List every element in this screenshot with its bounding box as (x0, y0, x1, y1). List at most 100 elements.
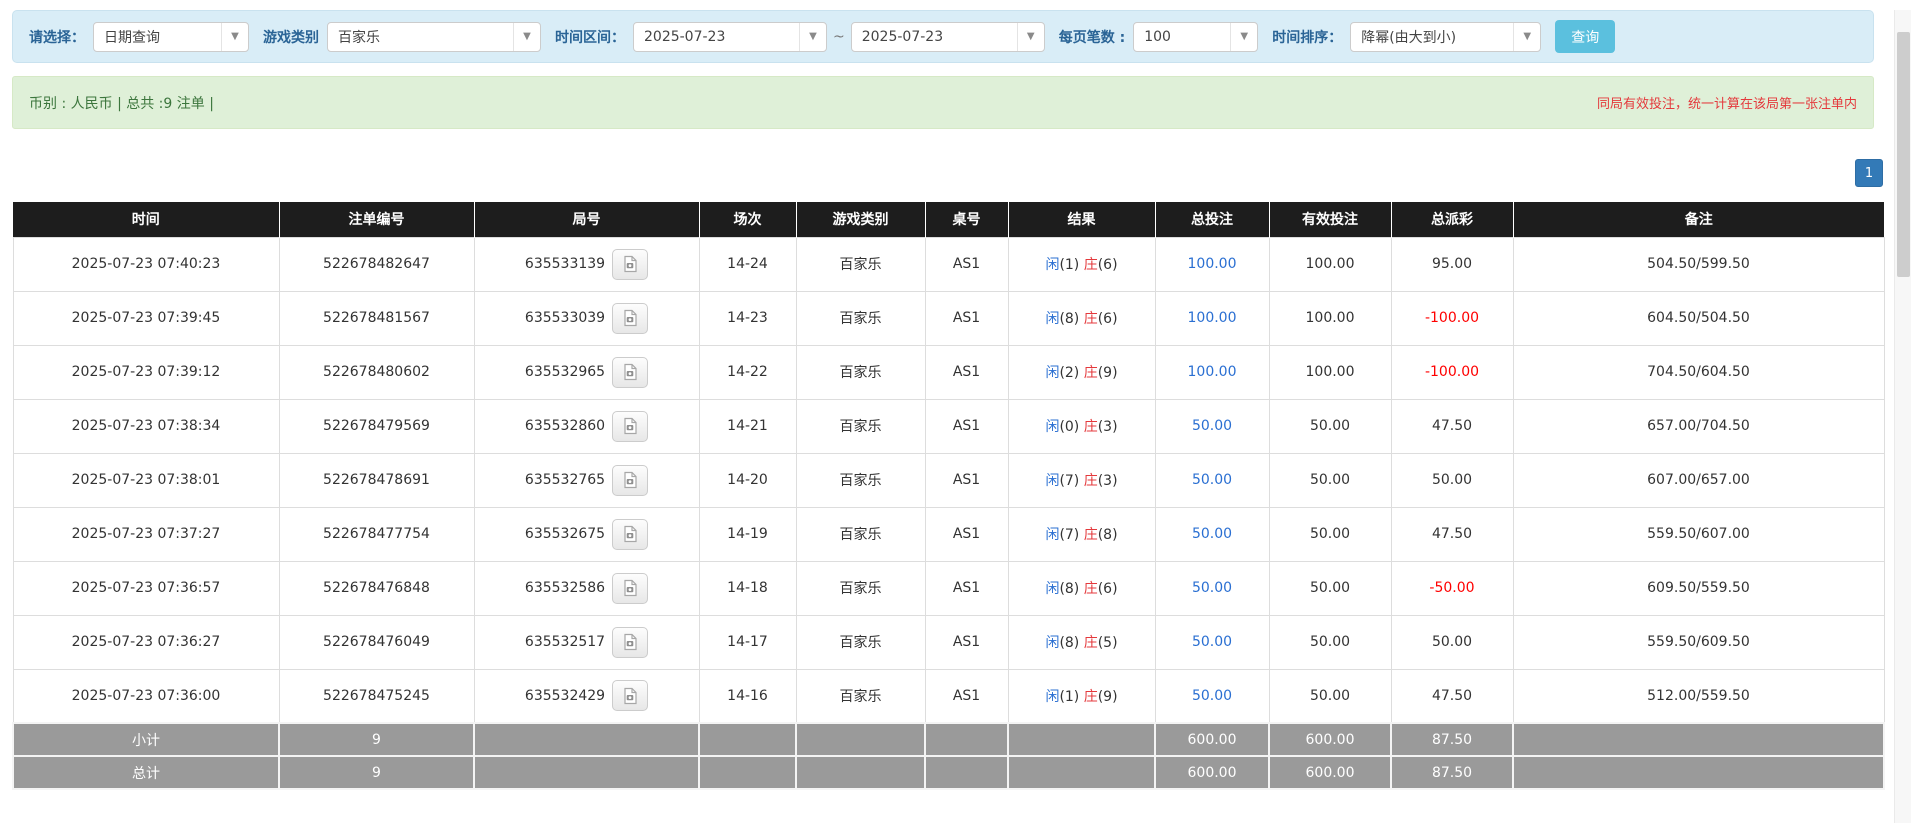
result-cell: 闲(1) 庄(6) (1007, 236, 1156, 292)
bet-id-cell: 522678475245 (278, 668, 475, 724)
bet-id-cell: 522678482647 (278, 236, 475, 292)
date-to-picker[interactable]: 2025-07-23 ▼ (850, 21, 1045, 52)
game-type-cell: 百家乐 (795, 614, 926, 670)
round-number: 635532860 (524, 418, 606, 434)
header-cell: 总投注 (1155, 202, 1270, 237)
time-cell: 2025-07-23 07:39:12 (12, 344, 280, 400)
summary-valid-bet-cell: 600.00 (1268, 755, 1392, 790)
sort-dropdown[interactable]: 降幂(由大到小) ▼ (1350, 21, 1542, 52)
chevron-down-icon[interactable]: ▼ (221, 22, 248, 51)
summary-count-cell: 9 (278, 755, 475, 790)
session-cell: 14-21 (698, 398, 797, 454)
valid-bet-cell: 100.00 (1268, 236, 1392, 292)
chevron-down-icon[interactable]: ▼ (1230, 22, 1257, 51)
player-result: 闲 (1045, 527, 1060, 543)
video-replay-button[interactable] (612, 410, 649, 442)
summary-valid-bet-cell: 600.00 (1268, 722, 1392, 757)
video-replay-button[interactable] (612, 464, 649, 496)
search-button[interactable]: 查询 (1555, 20, 1616, 53)
table-row: 2025-07-23 07:40:23 522678482647 635533139… (12, 236, 1885, 292)
valid-bet-cell: 50.00 (1268, 560, 1392, 616)
total-bet-link[interactable]: 50.00 (1192, 526, 1232, 542)
remark-cell: 512.00/559.50 (1512, 668, 1885, 724)
payout-cell: -100.00 (1390, 290, 1514, 346)
game-category-label: 游戏类别 (263, 29, 319, 46)
video-file-icon (624, 633, 637, 651)
banker-result: 庄 (1083, 635, 1098, 651)
pagination: 1 (12, 159, 1883, 187)
table-no-cell: AS1 (924, 506, 1009, 562)
remark-cell: 657.00/704.50 (1512, 398, 1885, 454)
round-cell: 635532765 (473, 452, 700, 508)
vertical-scrollbar[interactable] (1894, 10, 1911, 823)
result-cell: 闲(8) 庄(6) (1007, 290, 1156, 346)
video-replay-button[interactable] (612, 248, 649, 280)
video-replay-button[interactable] (612, 518, 649, 550)
valid-bet-cell: 100.00 (1268, 344, 1392, 400)
table-no-cell: AS1 (924, 236, 1009, 292)
table-row: 2025-07-23 07:36:57 522678476848 635532586… (12, 560, 1885, 616)
header-cell: 局号 (474, 202, 700, 237)
banker-result: 庄 (1083, 688, 1098, 705)
total-bet-link[interactable]: 100.00 (1188, 310, 1237, 326)
player-result: 闲 (1045, 365, 1060, 381)
total-bet-link[interactable]: 50.00 (1192, 634, 1232, 650)
total-bet-link[interactable]: 100.00 (1188, 364, 1237, 380)
game-category-dropdown[interactable]: 百家乐 ▼ (327, 21, 541, 52)
table-header-row: 时间 注单编号 局号 场次 游戏类别 桌号 结果 总投注 有效投注 总派彩 备注 (13, 202, 1884, 237)
payout-cell: 50.00 (1390, 614, 1514, 670)
header-cell: 结果 (1008, 202, 1156, 237)
time-cell: 2025-07-23 07:38:34 (12, 398, 280, 454)
table-no-cell: AS1 (924, 452, 1009, 508)
result-cell: 闲(0) 庄(3) (1007, 398, 1156, 454)
total-bet-link[interactable]: 50.00 (1192, 580, 1232, 596)
video-file-icon (624, 579, 637, 597)
date-from-picker[interactable]: 2025-07-23 ▼ (633, 21, 827, 52)
total-bet-cell: 100.00 (1154, 344, 1270, 400)
game-type-cell: 百家乐 (795, 452, 926, 508)
time-cell: 2025-07-23 07:36:27 (12, 614, 280, 670)
player-result: 闲 (1045, 419, 1060, 435)
round-cell: 635532586 (473, 560, 700, 616)
chevron-down-icon[interactable]: ▼ (513, 22, 540, 51)
video-file-icon (624, 525, 637, 543)
video-replay-button[interactable] (612, 356, 649, 388)
total-bet-link[interactable]: 100.00 (1188, 256, 1237, 272)
per-page-dropdown[interactable]: 100 ▼ (1133, 21, 1259, 52)
video-replay-button[interactable] (612, 572, 649, 604)
video-replay-button[interactable] (612, 626, 649, 658)
summary-total-bet-cell: 600.00 (1154, 722, 1270, 757)
player-result: 闲 (1045, 473, 1060, 489)
scrollbar-thumb[interactable] (1897, 32, 1910, 277)
video-replay-button[interactable] (612, 680, 649, 712)
chevron-down-icon[interactable]: ▼ (1016, 22, 1044, 51)
page-button-1[interactable]: 1 (1855, 159, 1883, 187)
total-bet-link[interactable]: 50.00 (1192, 688, 1232, 704)
time-cell: 2025-07-23 07:36:00 (12, 668, 280, 724)
round-number: 635533039 (524, 310, 606, 326)
chevron-down-icon[interactable]: ▼ (1513, 22, 1540, 51)
payout-cell: -50.00 (1390, 560, 1514, 616)
player-result: 闲 (1045, 257, 1060, 273)
result-cell: 闲(7) 庄(8) (1007, 506, 1156, 562)
payout-cell: 47.50 (1390, 398, 1514, 454)
valid-bet-cell: 50.00 (1268, 452, 1392, 508)
session-cell: 14-19 (698, 506, 797, 562)
table-no-cell: AS1 (924, 290, 1009, 346)
total-bet-link[interactable]: 50.00 (1192, 418, 1232, 434)
per-page-value: 100 (1144, 28, 1171, 45)
total-bet-cell: 50.00 (1154, 452, 1270, 508)
game-type-cell: 百家乐 (795, 236, 926, 292)
banker-result: 庄 (1083, 257, 1098, 273)
chevron-down-icon[interactable]: ▼ (799, 22, 826, 51)
same-round-note: 同局有效投注，统一计算在该局第一张注单内 (1596, 97, 1857, 112)
time-cell: 2025-07-23 07:38:01 (12, 452, 280, 508)
query-type-dropdown[interactable]: 日期查询 ▼ (93, 21, 249, 52)
payout-cell: 95.00 (1390, 236, 1514, 292)
valid-bet-cell: 50.00 (1268, 398, 1392, 454)
table-row: 2025-07-23 07:39:12 522678480602 635532965… (12, 344, 1885, 400)
video-replay-button[interactable] (612, 302, 649, 334)
time-cell: 2025-07-23 07:37:27 (12, 506, 280, 562)
payout-cell: 47.50 (1390, 506, 1514, 562)
total-bet-link[interactable]: 50.00 (1192, 472, 1232, 488)
